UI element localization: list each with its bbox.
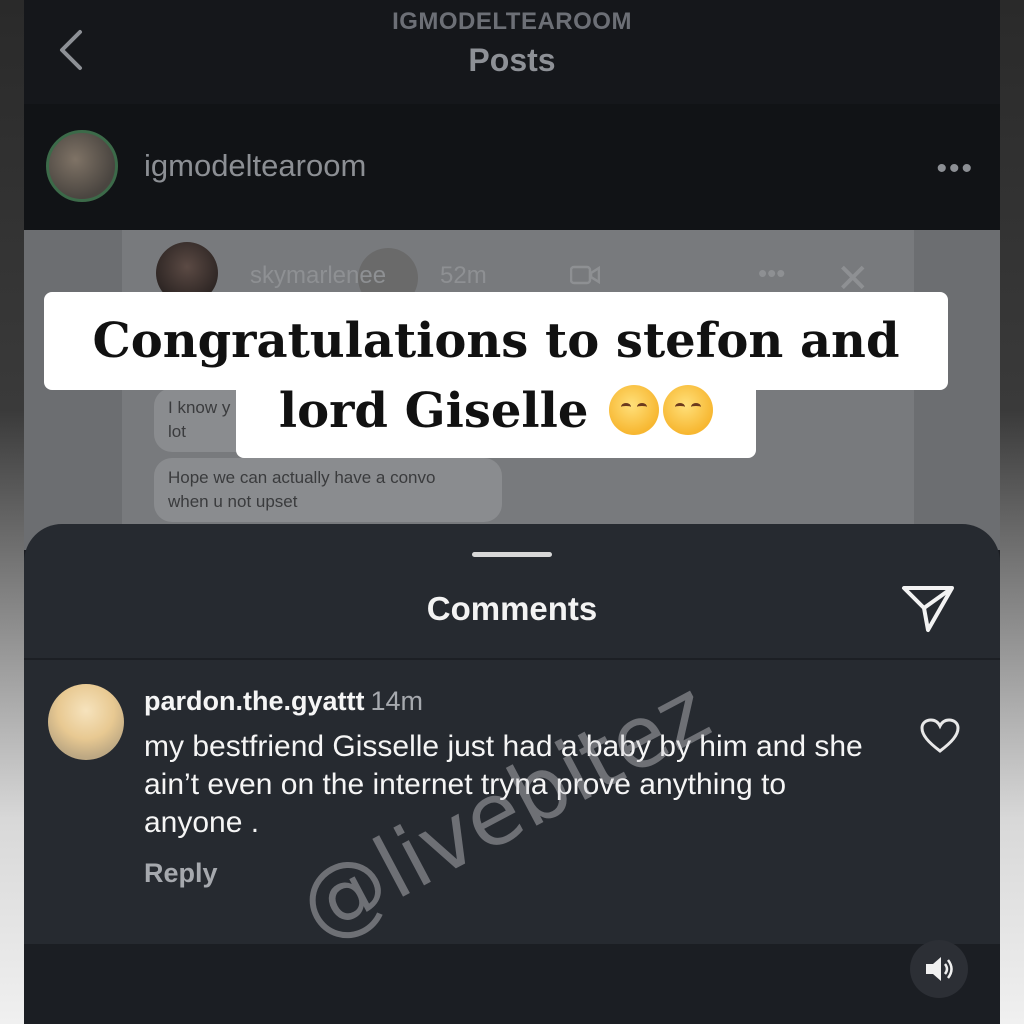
caption-line-1: Congratulations to stefon and — [92, 313, 900, 369]
post-avatar[interactable] — [46, 130, 118, 202]
caption-line-2-wrap: lord Giselle — [44, 376, 948, 446]
message-bubble: Hope we can actually have a convo when u… — [154, 458, 502, 522]
bottom-bar — [24, 944, 1000, 1024]
more-options-icon[interactable]: ••• — [936, 152, 974, 186]
message-text: when u not upset — [168, 492, 298, 511]
sound-toggle[interactable] — [910, 940, 968, 998]
video-icon — [570, 265, 600, 285]
nav-title: Posts — [468, 42, 556, 78]
drag-handle[interactable] — [472, 552, 552, 557]
left-blur-edge — [0, 0, 24, 1024]
phone-screen: IGMODELTEAROOM Posts igmodeltearoom ••• … — [24, 0, 1000, 1024]
divider — [24, 658, 1000, 660]
caption-line-2: lord Giselle — [278, 383, 589, 439]
heart-icon[interactable] — [920, 718, 960, 754]
commenter-avatar[interactable] — [48, 684, 124, 760]
smiling-face-emoji-icon — [609, 385, 660, 435]
reply-button[interactable]: Reply — [144, 858, 218, 889]
speaker-icon — [926, 957, 953, 981]
comments-sheet: Comments pardon.the.gyattt 14m my bestfri… — [24, 524, 1000, 944]
caption-text: Congratulations to stefon and lord Gisel… — [44, 306, 948, 446]
smiling-face-emoji-icon — [663, 385, 714, 435]
send-icon[interactable] — [900, 582, 956, 634]
message-text: Hope we can actually have a convo — [168, 468, 436, 487]
right-blur-edge — [1000, 0, 1024, 1024]
nav-account-name: IGMODELTEAROOM — [392, 8, 632, 35]
dm-time: 52m — [440, 262, 487, 289]
top-nav: IGMODELTEAROOM Posts — [24, 0, 1000, 104]
comment-time: 14m — [370, 686, 424, 716]
commenter-username[interactable]: pardon.the.gyattt — [144, 686, 365, 716]
commenter-line: pardon.the.gyattt 14m — [144, 686, 423, 717]
dm-more-icon: ••• — [758, 258, 786, 288]
dm-username: skymarlenee — [250, 262, 387, 289]
post-username[interactable]: igmodeltearoom — [144, 148, 366, 184]
post-header: igmodeltearoom ••• — [24, 104, 1000, 230]
comments-title: Comments — [426, 590, 598, 627]
